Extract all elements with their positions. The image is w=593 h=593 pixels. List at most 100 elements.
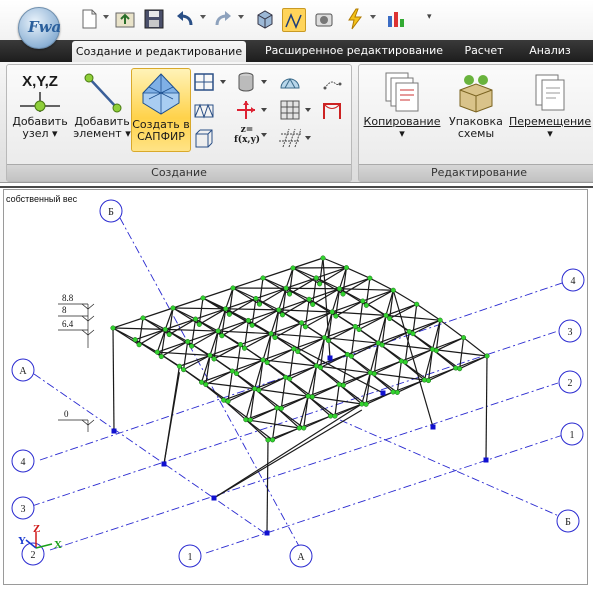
web-member[interactable] bbox=[359, 315, 386, 329]
structure-node[interactable] bbox=[349, 354, 354, 359]
web-member[interactable] bbox=[312, 385, 339, 397]
web-member[interactable] bbox=[184, 342, 188, 370]
support-node[interactable] bbox=[484, 458, 489, 463]
web-member[interactable] bbox=[335, 404, 362, 416]
web-member[interactable] bbox=[304, 396, 308, 428]
add-element-button[interactable]: Добавить элемент ▾ bbox=[71, 68, 133, 152]
roof-diagonal[interactable] bbox=[339, 289, 393, 290]
structure-node[interactable] bbox=[341, 383, 346, 388]
structure-node[interactable] bbox=[212, 357, 217, 362]
roof-diagonal[interactable] bbox=[286, 288, 339, 289]
move-axes-dropdown[interactable] bbox=[261, 108, 267, 112]
structure-node[interactable] bbox=[250, 323, 255, 328]
redo-dropdown[interactable] bbox=[238, 15, 244, 19]
structure-node[interactable] bbox=[301, 426, 306, 431]
spiral-icon[interactable] bbox=[321, 71, 343, 93]
support-node[interactable] bbox=[265, 531, 270, 536]
3d-view-icon[interactable] bbox=[254, 8, 276, 30]
roof-diagonal[interactable] bbox=[226, 309, 279, 310]
structure-node[interactable] bbox=[280, 313, 285, 318]
structure-node[interactable] bbox=[411, 331, 416, 336]
roof-chord[interactable] bbox=[346, 268, 369, 279]
roof-chord[interactable] bbox=[323, 258, 346, 268]
roof-diagonal[interactable] bbox=[246, 389, 255, 420]
structure-node[interactable] bbox=[257, 302, 262, 307]
structure-node[interactable] bbox=[238, 342, 243, 347]
web-member[interactable] bbox=[413, 320, 440, 333]
structure-node[interactable] bbox=[384, 313, 389, 318]
structure-node[interactable] bbox=[360, 299, 365, 304]
dome-icon[interactable] bbox=[279, 71, 301, 93]
lightning-icon[interactable] bbox=[344, 8, 366, 30]
support-node[interactable] bbox=[431, 425, 436, 430]
structure-node[interactable] bbox=[141, 316, 146, 321]
frame-3d-icon[interactable] bbox=[193, 127, 215, 149]
structure-node[interactable] bbox=[291, 347, 296, 352]
structure-node[interactable] bbox=[326, 338, 331, 343]
structure-node[interactable] bbox=[283, 375, 288, 380]
structure-node[interactable] bbox=[314, 276, 319, 281]
structure-node[interactable] bbox=[270, 438, 275, 443]
cylinder-dropdown[interactable] bbox=[261, 80, 267, 84]
column-brace[interactable] bbox=[214, 410, 362, 498]
roof-diagonal[interactable] bbox=[424, 349, 432, 380]
structure-node[interactable] bbox=[364, 402, 369, 407]
column[interactable] bbox=[113, 328, 114, 431]
roof-diagonal[interactable] bbox=[362, 373, 370, 404]
frame-grid-dropdown[interactable] bbox=[220, 80, 226, 84]
roof-chord[interactable] bbox=[173, 298, 203, 308]
structure-node[interactable] bbox=[275, 406, 280, 411]
roof-chord[interactable] bbox=[263, 268, 293, 278]
structure-node[interactable] bbox=[360, 402, 365, 407]
tab-create-edit[interactable]: Создание и редактирование bbox=[72, 41, 246, 62]
structure-node[interactable] bbox=[234, 371, 239, 376]
new-document-dropdown[interactable] bbox=[103, 15, 109, 19]
frame-grid-icon[interactable] bbox=[193, 71, 215, 93]
mesh-icon[interactable] bbox=[279, 99, 301, 121]
structure-node[interactable] bbox=[414, 302, 419, 307]
web-member[interactable] bbox=[428, 349, 432, 380]
structure-node[interactable] bbox=[310, 395, 315, 400]
structure-node[interactable] bbox=[485, 354, 490, 359]
camera-icon[interactable] bbox=[313, 8, 335, 30]
structure-node[interactable] bbox=[368, 371, 373, 376]
structure-node[interactable] bbox=[273, 335, 278, 340]
web-member[interactable] bbox=[312, 366, 316, 397]
add-node-button[interactable]: X,Y,Z Добавить узел ▾ bbox=[11, 68, 69, 152]
structure-node[interactable] bbox=[291, 266, 296, 271]
roof-diagonal[interactable] bbox=[370, 343, 378, 373]
grid-lines-icon[interactable] bbox=[279, 127, 301, 149]
create-sapfir-button[interactable]: Создать в САПФИР bbox=[131, 68, 191, 152]
structure-node[interactable] bbox=[391, 288, 396, 293]
structure-node[interactable] bbox=[403, 360, 408, 365]
structure-node[interactable] bbox=[368, 276, 373, 281]
structure-node[interactable] bbox=[189, 344, 194, 349]
web-member[interactable] bbox=[250, 389, 254, 420]
structure-node[interactable] bbox=[223, 307, 228, 312]
redo-icon[interactable] bbox=[212, 8, 234, 30]
support-node[interactable] bbox=[328, 356, 333, 361]
web-member[interactable] bbox=[290, 366, 317, 379]
customize-toolbar-icon[interactable]: ▾ bbox=[427, 12, 432, 22]
web-member[interactable] bbox=[305, 299, 309, 326]
structure-node[interactable] bbox=[181, 367, 186, 372]
roof-chord[interactable] bbox=[370, 278, 393, 290]
structure-node[interactable] bbox=[227, 312, 232, 317]
structure-node[interactable] bbox=[344, 265, 349, 270]
structure-node[interactable] bbox=[328, 414, 333, 419]
structure-node[interactable] bbox=[337, 382, 342, 387]
structure-node[interactable] bbox=[297, 426, 302, 431]
structure-view-icon[interactable] bbox=[282, 8, 306, 32]
structure-node[interactable] bbox=[372, 371, 377, 376]
roof-diagonal[interactable] bbox=[173, 308, 226, 309]
roof-diagonal[interactable] bbox=[255, 360, 263, 389]
roof-chord[interactable] bbox=[440, 320, 463, 337]
undo-icon[interactable] bbox=[174, 8, 196, 30]
structure-node[interactable] bbox=[317, 282, 322, 287]
structure-node[interactable] bbox=[199, 380, 204, 385]
structure-node[interactable] bbox=[167, 332, 172, 337]
support-node[interactable] bbox=[381, 391, 386, 396]
roof-diagonal[interactable] bbox=[299, 396, 308, 428]
support-node[interactable] bbox=[112, 429, 117, 434]
web-member[interactable] bbox=[366, 373, 370, 404]
